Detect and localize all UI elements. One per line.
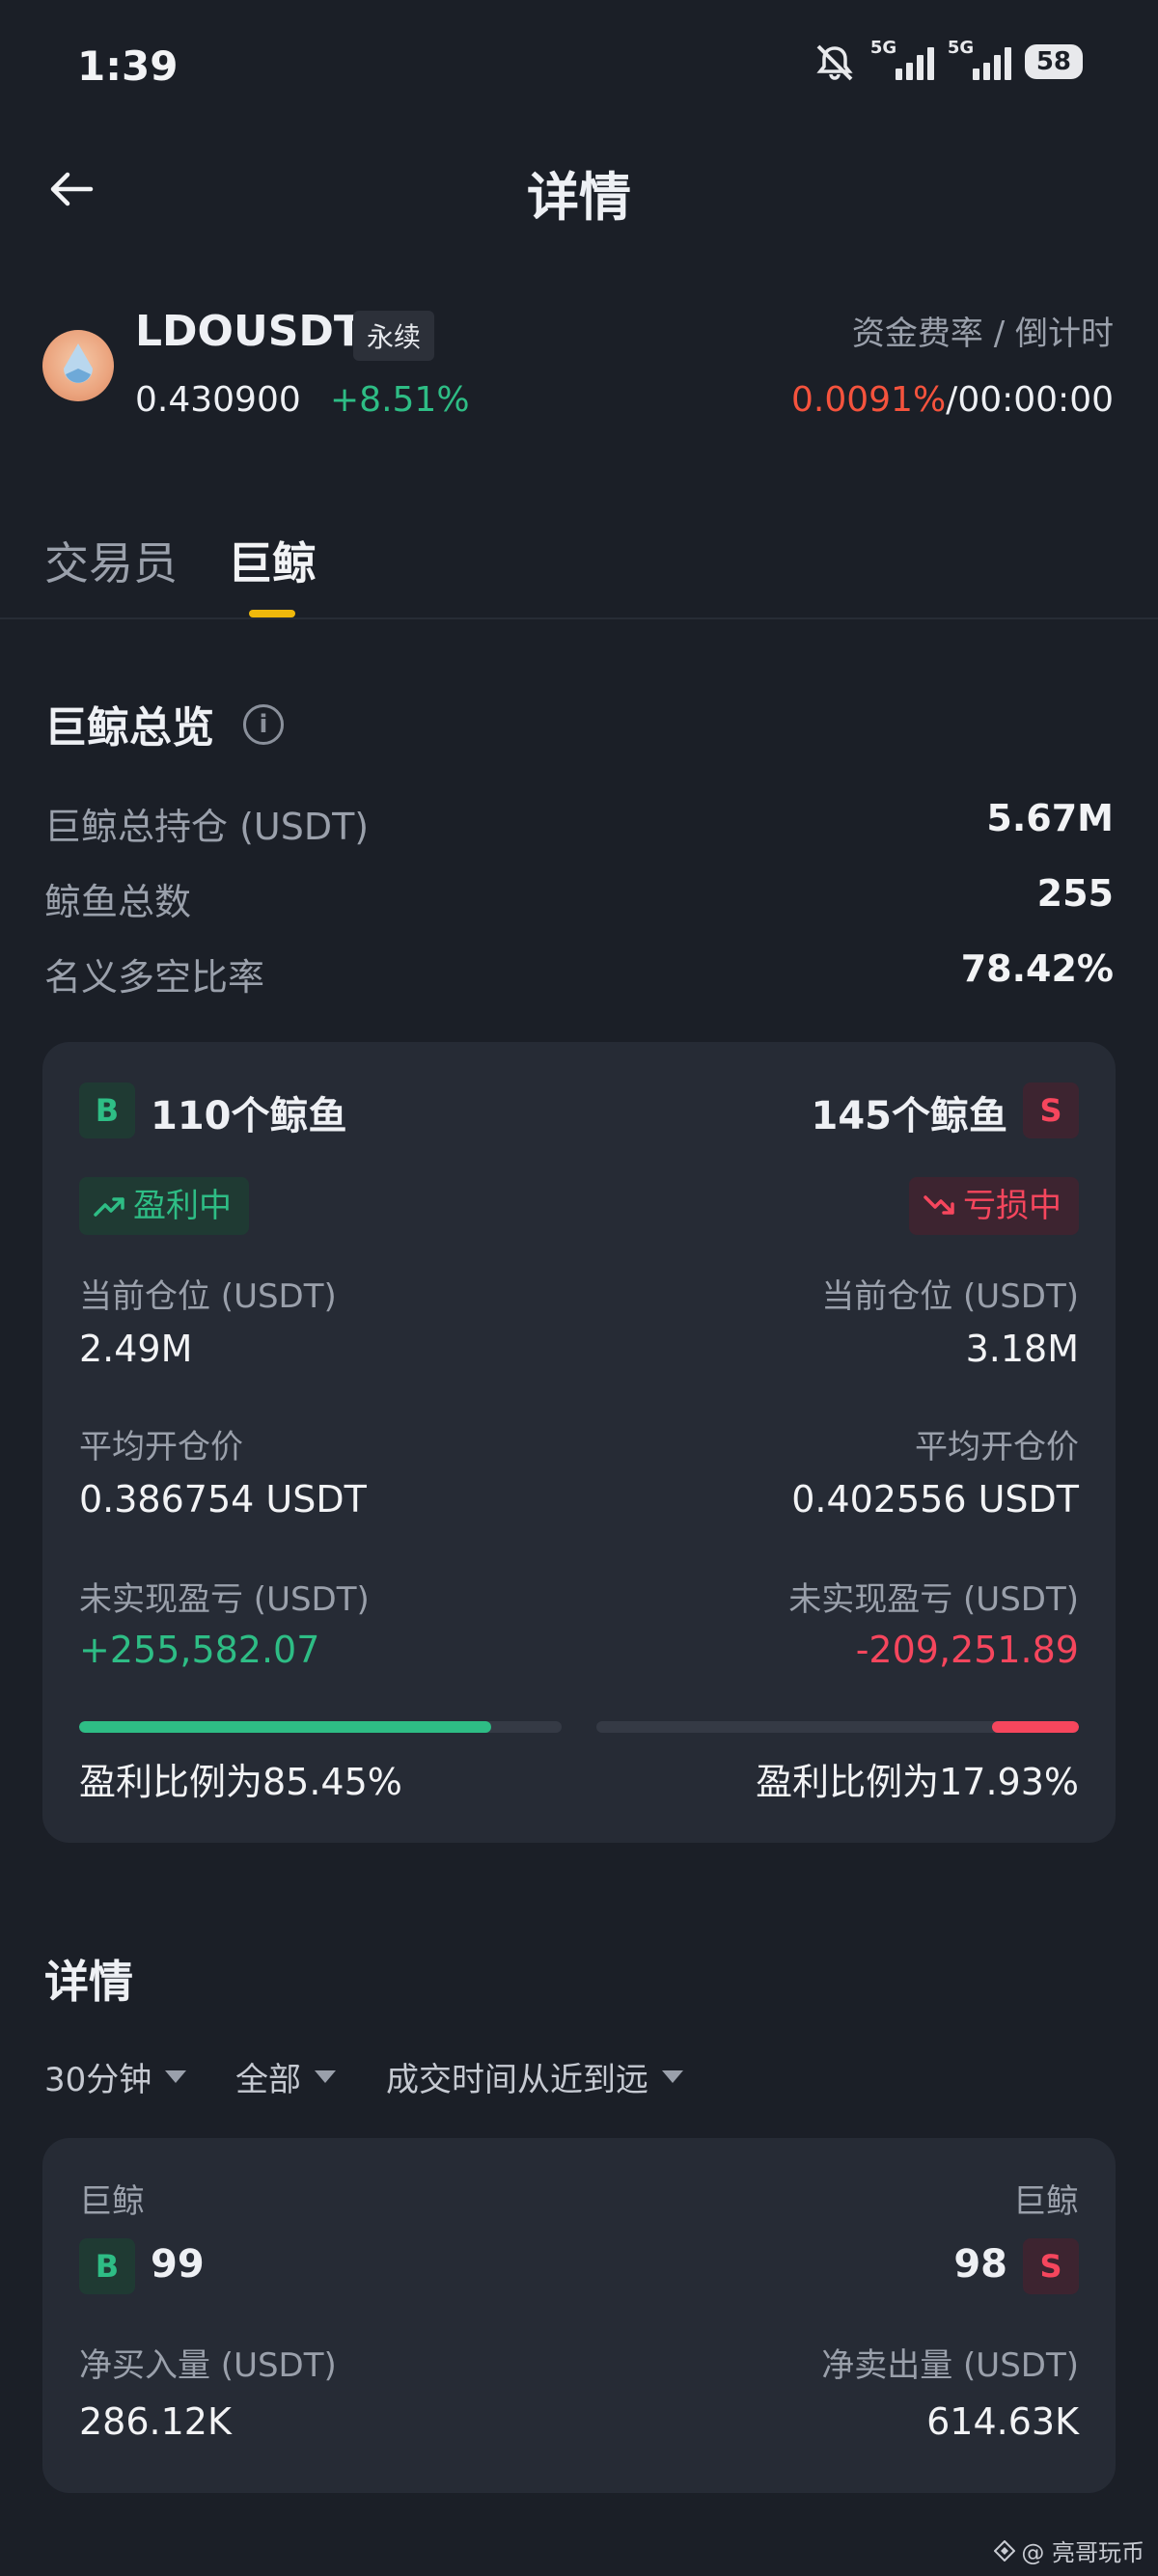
drop-icon — [64, 343, 93, 383]
sell-tag: S — [1023, 2238, 1079, 2294]
caret-down-icon — [315, 2070, 336, 2083]
funding-rate-value: 0.0091% — [791, 380, 947, 420]
long-pnl-value: +255,582.07 — [79, 1629, 320, 1671]
long-avg-price-value: 0.386754 USDT — [79, 1478, 367, 1521]
diamond-logo-icon — [994, 2539, 1016, 2562]
sell-whale-count: 98 — [953, 2242, 1007, 2287]
buy-tag: B — [79, 2238, 135, 2294]
long-avg-price-label: 平均开仓价 — [79, 1428, 243, 1466]
long-pnl-label: 未实现盈亏 (USDT) — [79, 1580, 370, 1619]
sell-whale-label: 巨鲸 — [1013, 2182, 1079, 2221]
funding-rate-label: 资金费率 / 倒计时 — [851, 315, 1114, 353]
symbol-name: LDOUSDT — [135, 307, 363, 356]
profit-badge-label: 盈利中 — [133, 1187, 232, 1225]
funding-rate-row: 0.0091%/00:00:00 — [791, 380, 1114, 420]
long-short-ratio-label: 名义多空比率 — [44, 956, 265, 999]
details-title: 详情 — [44, 1956, 133, 2008]
page-title: 详情 — [527, 167, 631, 228]
long-profit-bar — [79, 1721, 562, 1733]
countdown-value: 00:00:00 — [957, 380, 1114, 420]
short-whale-count: 145个鲸鱼 — [811, 1094, 1008, 1138]
long-position-label: 当前仓位 (USDT) — [79, 1277, 337, 1316]
back-arrow-icon[interactable] — [46, 164, 96, 214]
network-label-2: 5G — [947, 38, 975, 58]
total-position-value: 5.67M — [986, 797, 1114, 839]
short-profit-ratio: 盈利比例为17.93% — [756, 1761, 1079, 1803]
short-profit-bar — [596, 1721, 1079, 1733]
buy-tag: B — [79, 1082, 135, 1138]
short-pnl-value: -209,251.89 — [855, 1629, 1079, 1671]
long-whale-count: 110个鲸鱼 — [151, 1094, 347, 1138]
rate-separator: / — [946, 380, 958, 420]
battery-icon: 58 — [1024, 44, 1083, 79]
net-buy-value: 286.12K — [79, 2400, 232, 2443]
net-sell-label: 净卖出量 (USDT) — [821, 2346, 1079, 2385]
long-short-ratio-value: 78.42% — [960, 947, 1114, 990]
caret-down-icon — [165, 2070, 187, 2083]
short-position-value: 3.18M — [965, 1328, 1079, 1370]
short-profit-bar-fill — [992, 1721, 1079, 1733]
tab-divider — [0, 617, 1158, 619]
timeframe-label: 30分钟 — [44, 2061, 152, 2099]
long-position-value: 2.49M — [79, 1328, 193, 1370]
perpetual-badge: 永续 — [353, 311, 435, 361]
net-buy-label: 净买入量 (USDT) — [79, 2346, 337, 2385]
long-short-card: B 110个鲸鱼 盈利中 当前仓位 (USDT) 2.49M 平均开仓价 0.3… — [42, 1042, 1116, 1843]
sort-dropdown[interactable]: 成交时间从近到远 — [386, 2053, 683, 2100]
overview-title: 巨鲸总览 — [44, 703, 214, 753]
sort-label: 成交时间从近到远 — [386, 2061, 648, 2099]
short-avg-price-value: 0.402556 USDT — [791, 1478, 1079, 1521]
buy-whale-count: 99 — [151, 2242, 205, 2287]
loss-badge-label: 亏损中 — [963, 1187, 1062, 1225]
buy-whale-label: 巨鲸 — [79, 2182, 145, 2221]
trend-down-icon — [924, 1195, 954, 1215]
net-sell-value: 614.63K — [926, 2400, 1079, 2443]
sell-tag: S — [1023, 1082, 1079, 1138]
trend-up-icon — [94, 1197, 124, 1217]
signal-icon-1: 5G — [870, 38, 934, 80]
whale-count-label: 鲸鱼总数 — [44, 881, 192, 923]
active-tab-indicator — [249, 610, 295, 617]
network-label-1: 5G — [869, 38, 897, 58]
side-filter-label: 全部 — [235, 2061, 301, 2099]
caret-down-icon — [662, 2070, 683, 2083]
short-position-label: 当前仓位 (USDT) — [821, 1277, 1079, 1316]
profit-badge: 盈利中 — [79, 1177, 249, 1235]
last-price: 0.430900 — [135, 380, 301, 420]
mute-icon — [816, 44, 853, 81]
long-profit-ratio: 盈利比例为85.45% — [79, 1761, 402, 1803]
price-change: +8.51% — [330, 380, 470, 420]
status-icons: 5G 5G 58 — [813, 38, 1083, 81]
loss-badge: 亏损中 — [909, 1177, 1079, 1235]
short-avg-price-label: 平均开仓价 — [915, 1428, 1079, 1466]
info-icon[interactable]: i — [243, 704, 284, 745]
details-card: 巨鲸 B 99 净买入量 (USDT) 286.12K 巨鲸 S 98 净卖出量… — [42, 2138, 1116, 2493]
side-filter-dropdown[interactable]: 全部 — [235, 2053, 336, 2100]
status-time: 1:39 — [77, 42, 179, 90]
timeframe-dropdown[interactable]: 30分钟 — [44, 2053, 187, 2100]
whale-count-value: 255 — [1036, 872, 1114, 915]
coin-logo — [42, 330, 114, 401]
total-position-label: 巨鲸总持仓 (USDT) — [44, 806, 370, 848]
watermark: @ 亮哥玩币 — [994, 2534, 1144, 2567]
short-pnl-label: 未实现盈亏 (USDT) — [788, 1580, 1079, 1619]
long-profit-bar-fill — [79, 1721, 492, 1733]
watermark-text: @ 亮哥玩币 — [1021, 2539, 1144, 2566]
tab-whales[interactable]: 巨鲸 — [228, 529, 317, 592]
signal-icon-2: 5G — [948, 38, 1011, 80]
tab-traders[interactable]: 交易员 — [44, 529, 178, 592]
